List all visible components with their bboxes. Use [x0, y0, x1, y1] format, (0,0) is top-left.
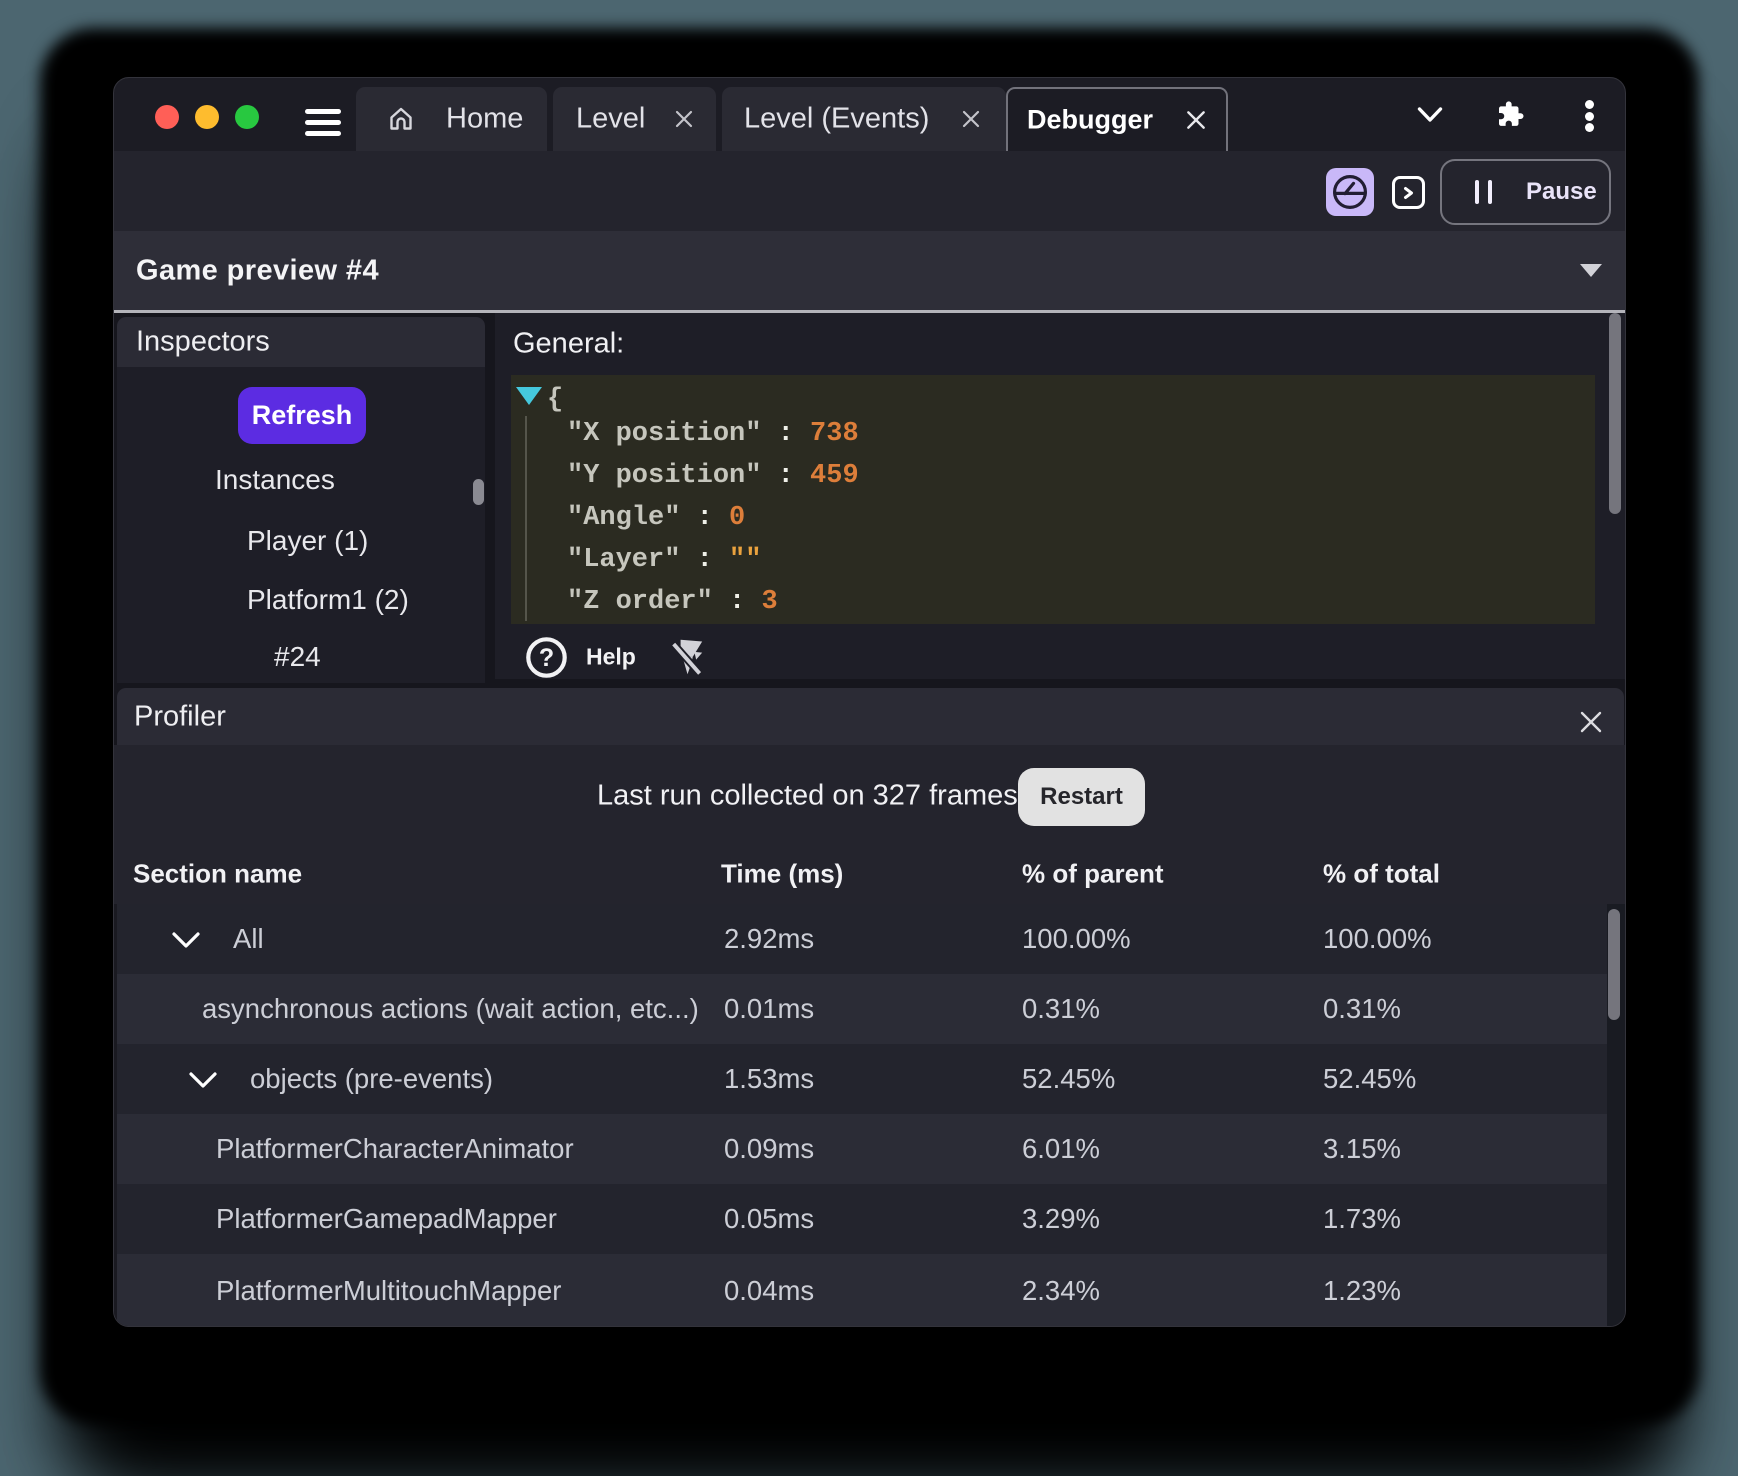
svg-text:?: ?: [539, 644, 554, 672]
